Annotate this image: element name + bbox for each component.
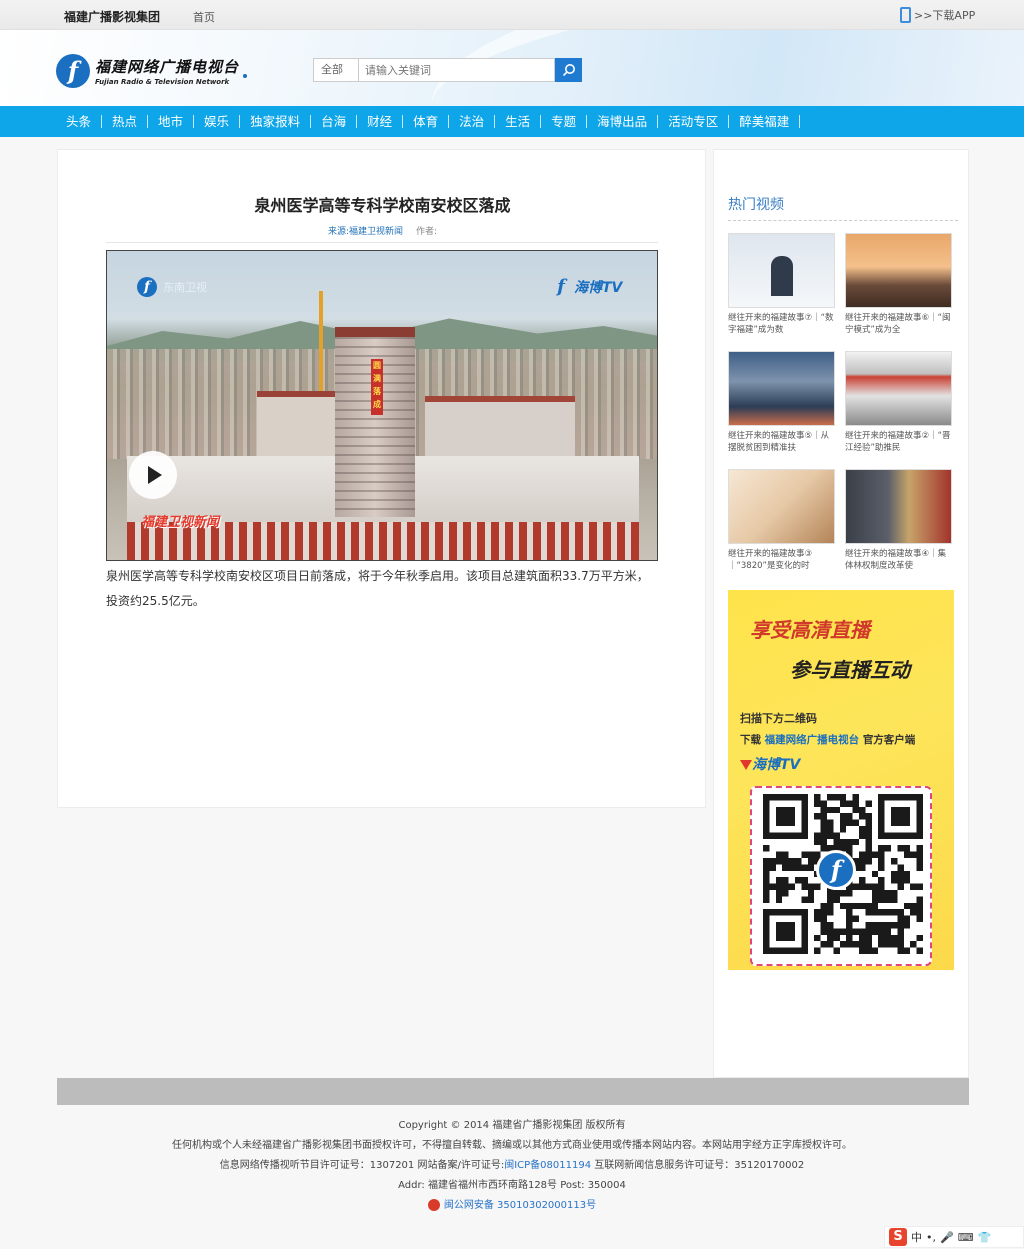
footer-bar xyxy=(57,1078,969,1105)
promo-line-5: 海博TV xyxy=(752,757,801,773)
logo-cn-text: 福建网络广播电视台 xyxy=(95,58,240,76)
video-thumbnail[interactable] xyxy=(728,469,835,544)
site-header: f 福建网络广播电视台 Fujian Radio & Television Ne… xyxy=(0,30,1024,106)
video-thumbnail[interactable] xyxy=(845,469,952,544)
video-item[interactable]: 继往开来的福建故事⑤｜从摆脱贫困到精准扶 xyxy=(728,351,835,456)
search-button[interactable] xyxy=(555,58,582,82)
article-source[interactable]: 来源:福建卫视新闻 xyxy=(328,227,403,237)
nav-item[interactable]: 专题 xyxy=(541,115,588,128)
promo-line-3: 扫描下方二维码 xyxy=(740,712,817,725)
building-image: 圆满落成 xyxy=(335,327,415,517)
video-thumbnail[interactable] xyxy=(845,233,952,308)
footer-police: 闽公网安备 35010302000113号 xyxy=(0,1196,1024,1216)
triangle-down-icon xyxy=(740,760,752,770)
video-item[interactable]: 继往开来的福建故事⑥｜“闽宁模式”成为全 xyxy=(845,233,952,338)
qr-code-frame: f xyxy=(750,786,932,966)
video-thumbnail[interactable] xyxy=(728,233,835,308)
footer-address: Addr: 福建省福州市西环南路128号 Post: 350004 xyxy=(398,1180,626,1191)
video-caption[interactable]: 继往开来的福建故事⑥｜“闽宁模式”成为全 xyxy=(845,312,952,338)
search-scope-select[interactable]: 全部 xyxy=(313,58,358,82)
phone-icon xyxy=(900,7,911,23)
hot-videos-grid: 继往开来的福建故事⑦｜“数字福建”成为数 继往开来的福建故事⑥｜“闽宁模式”成为… xyxy=(728,233,958,574)
video-caption: 福建卫视新闻 xyxy=(141,515,220,530)
video-item[interactable]: 继往开来的福建故事④｜集体林权制度改革使 xyxy=(845,469,952,574)
video-caption[interactable]: 继往开来的福建故事②｜“晋江经验”助推民 xyxy=(845,430,952,456)
qr-logo-icon: f xyxy=(816,850,856,890)
nav-item[interactable]: 体育 xyxy=(403,115,450,128)
video-caption[interactable]: 继往开来的福建故事⑦｜“数字福建”成为数 xyxy=(728,312,835,338)
video-channel-logo: f 东南卫视 xyxy=(137,277,207,297)
punctuation-icon[interactable]: •, xyxy=(926,1231,936,1244)
shirt-icon[interactable]: 👕 xyxy=(978,1231,992,1244)
nav-item[interactable]: 醉美福建 xyxy=(729,115,801,128)
video-item[interactable]: 继往开来的福建故事⑦｜“数字福建”成为数 xyxy=(728,233,835,338)
search-icon xyxy=(562,64,575,77)
video-caption[interactable]: 继往开来的福建故事⑤｜从摆脱贫困到精准扶 xyxy=(728,430,835,456)
keyboard-icon[interactable]: ⌨ xyxy=(958,1231,974,1244)
download-app-label: >>下载APP xyxy=(914,9,976,22)
footer-license: 信息网络传播视听节目许可证号：1307201 网站备案/许可证号:闽ICP备08… xyxy=(219,1160,805,1171)
building-banner: 圆满落成 xyxy=(371,359,383,415)
article-meta: 来源:福建卫视新闻 作者: xyxy=(58,224,707,237)
home-link[interactable]: 首页 xyxy=(193,9,215,25)
nav-item[interactable]: 台海 xyxy=(311,115,358,128)
site-logo[interactable]: f 福建网络广播电视台 Fujian Radio & Television Ne… xyxy=(56,54,248,88)
group-name[interactable]: 福建广播影视集团 xyxy=(64,8,160,25)
haibo-f-icon: f xyxy=(557,276,565,297)
article-card: 泉州医学高等专科学校南安校区落成 来源:福建卫视新闻 作者: 圆满落成 f 东南… xyxy=(57,149,706,808)
top-bar: 福建广播影视集团 首页 >>下载APP xyxy=(0,0,1024,30)
download-app-link[interactable]: >>下载APP xyxy=(900,7,975,23)
hot-videos-title: 热门视频 xyxy=(728,197,784,213)
logo-en-text: Fujian Radio & Television Network xyxy=(95,78,230,86)
nav-item[interactable]: 财经 xyxy=(357,115,404,128)
channel-f-icon: f xyxy=(137,277,157,297)
promo-line-4: 下载 福建网络广播电视台 官方客户端 xyxy=(740,734,916,746)
article-title: 泉州医学高等专科学校南安校区落成 xyxy=(254,196,511,215)
police-link[interactable]: 闽公网安备 35010302000113号 xyxy=(444,1200,596,1211)
sidebar: 热门视频 继往开来的福建故事⑦｜“数字福建”成为数 继往开来的福建故事⑥｜“闽宁… xyxy=(713,149,969,1078)
video-caption[interactable]: 继往开来的福建故事③｜“3820”是变化的时 xyxy=(728,548,835,574)
police-badge-icon xyxy=(427,1199,440,1211)
promo-line-2: 参与直播互动 xyxy=(790,658,910,682)
nav-item[interactable]: 海博出品 xyxy=(587,115,659,128)
video-item[interactable]: 继往开来的福建故事③｜“3820”是变化的时 xyxy=(728,469,835,574)
nav-item[interactable]: 热点 xyxy=(102,115,149,128)
video-thumbnail[interactable] xyxy=(845,351,952,426)
nav-item[interactable]: 娱乐 xyxy=(194,115,241,128)
mic-icon[interactable]: 🎤 xyxy=(940,1231,954,1244)
video-thumbnail[interactable] xyxy=(728,351,835,426)
article-body: 泉州医学高等专科学校南安校区项目日前落成，将于今年秋季启用。该项目总建筑面积33… xyxy=(106,569,649,608)
main-nav: 头条 热点 地市 娱乐 独家报料 台海 财经 体育 法治 生活 专题 海博出品 活动专区 醉美福建 xyxy=(0,106,1024,137)
play-button[interactable] xyxy=(129,451,177,499)
video-caption[interactable]: 继往开来的福建故事④｜集体林权制度改革使 xyxy=(845,548,952,574)
ime-toolbar[interactable]: S 中 •, 🎤 ⌨ 👕 xyxy=(884,1226,1024,1248)
sogou-icon[interactable]: S xyxy=(889,1228,907,1246)
article-author: 作者: xyxy=(415,227,437,237)
search-input[interactable] xyxy=(358,58,555,82)
video-player[interactable]: 圆满落成 f 东南卫视 f 海博TV 福建卫视新闻 xyxy=(106,250,658,561)
icp-link[interactable]: 闽ICP备08011194 xyxy=(504,1160,591,1171)
footer-notice: 任何机构或个人未经福建省广播影视集团书面授权许可，不得擅自转载、摘编或以其他方式… xyxy=(172,1140,852,1151)
footer-copyright: Copyright © 2014 福建省广播影视集团 版权所有 xyxy=(398,1120,626,1131)
video-item[interactable]: 继往开来的福建故事②｜“晋江经验”助推民 xyxy=(845,351,952,456)
search-bar: 全部 xyxy=(313,58,582,82)
ime-mode-label[interactable]: 中 xyxy=(911,1229,922,1245)
logo-f-icon: f xyxy=(56,54,90,88)
promo-line-1: 享受高清直播 xyxy=(750,618,870,642)
nav-item[interactable]: 地市 xyxy=(148,115,195,128)
nav-item[interactable]: 头条 xyxy=(56,115,103,128)
app-promo-banner[interactable]: 享受高清直播 参与直播互动 扫描下方二维码 下载 福建网络广播电视台 官方客户端… xyxy=(728,590,954,970)
nav-item[interactable]: 法治 xyxy=(449,115,496,128)
nav-item[interactable]: 活动专区 xyxy=(658,115,730,128)
nav-item[interactable]: 生活 xyxy=(495,115,542,128)
play-icon xyxy=(148,466,162,484)
video-haibo-logo: f 海博TV xyxy=(551,277,622,297)
nav-item[interactable]: 独家报料 xyxy=(240,115,312,128)
footer: Copyright © 2014 福建省广播影视集团 版权所有 任何机构或个人未… xyxy=(0,1116,1024,1216)
